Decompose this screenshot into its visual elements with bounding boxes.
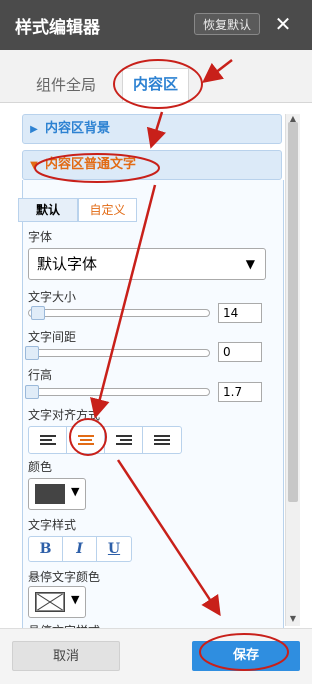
font-size-label: 文字大小: [28, 290, 77, 304]
hover-color-picker[interactable]: ▼: [28, 586, 86, 618]
close-icon[interactable]: ✕: [270, 10, 296, 38]
mode-custom-button[interactable]: 自定义: [78, 198, 137, 222]
section-content-background[interactable]: ▶ 内容区背景: [22, 114, 282, 144]
scrollbar[interactable]: ▲ ▼: [285, 114, 300, 626]
align-right-icon[interactable]: [105, 427, 143, 453]
color-label: 颜色: [28, 460, 53, 474]
no-color-icon: [35, 592, 65, 612]
section-label: 内容区普通文字: [45, 157, 137, 172]
slider-handle[interactable]: [31, 306, 45, 320]
restore-default-button[interactable]: 恢复默认: [194, 13, 260, 35]
italic-button[interactable]: I: [63, 537, 97, 561]
dialog-title: 样式编辑器: [15, 18, 100, 38]
font-size-slider[interactable]: [28, 306, 210, 320]
section-content-text[interactable]: ▼ 内容区普通文字: [22, 150, 282, 180]
text-style-group: B I U: [28, 536, 132, 562]
font-value: 默认字体: [37, 255, 98, 273]
title-bar: 样式编辑器 恢复默认 ✕: [0, 0, 312, 50]
slider-handle[interactable]: [25, 385, 39, 399]
align-left-icon[interactable]: [29, 427, 67, 453]
caret-down-icon: ▼: [30, 160, 38, 171]
scrollbar-thumb[interactable]: [288, 122, 298, 502]
cancel-button[interactable]: 取消: [12, 641, 120, 671]
tab-component-global[interactable]: 组件全局: [28, 72, 104, 102]
dialog-footer: 取消 保存: [0, 628, 312, 684]
save-button[interactable]: 保存: [192, 641, 300, 671]
dropdown-arrow-icon: ▼: [245, 257, 255, 271]
tab-bar: 组件全局 内容区: [0, 50, 312, 103]
text-align-group: [28, 426, 182, 454]
font-label: 字体: [28, 230, 53, 244]
hover-color-label: 悬停文字颜色: [28, 570, 101, 584]
letter-spacing-input[interactable]: 0: [218, 342, 262, 362]
line-height-slider[interactable]: [25, 385, 210, 399]
caret-right-icon: ▶: [30, 124, 38, 135]
dropdown-arrow-icon: ▼: [71, 593, 80, 606]
letter-spacing-slider[interactable]: [25, 346, 210, 360]
slider-handle[interactable]: [25, 346, 39, 360]
color-chip: [35, 484, 65, 504]
text-align-label: 文字对齐方式: [28, 408, 101, 422]
line-height-label: 行高: [28, 368, 53, 382]
underline-button[interactable]: U: [97, 537, 131, 561]
line-height-input[interactable]: 1.7: [218, 382, 262, 402]
bold-button[interactable]: B: [29, 537, 63, 561]
align-justify-icon[interactable]: [143, 427, 181, 453]
color-picker[interactable]: ▼: [28, 478, 86, 510]
font-size-input[interactable]: 14: [218, 303, 262, 323]
letter-spacing-label: 文字间距: [28, 330, 77, 344]
text-style-label: 文字样式: [28, 518, 77, 532]
align-center-icon[interactable]: [67, 427, 105, 453]
scroll-down-icon[interactable]: ▼: [287, 614, 299, 623]
mode-default-button[interactable]: 默认: [18, 198, 78, 222]
section-label: 内容区背景: [45, 121, 111, 136]
tab-content-area[interactable]: 内容区: [122, 68, 190, 102]
dropdown-arrow-icon: ▼: [71, 485, 80, 498]
font-select[interactable]: 默认字体 ▼: [28, 248, 266, 280]
